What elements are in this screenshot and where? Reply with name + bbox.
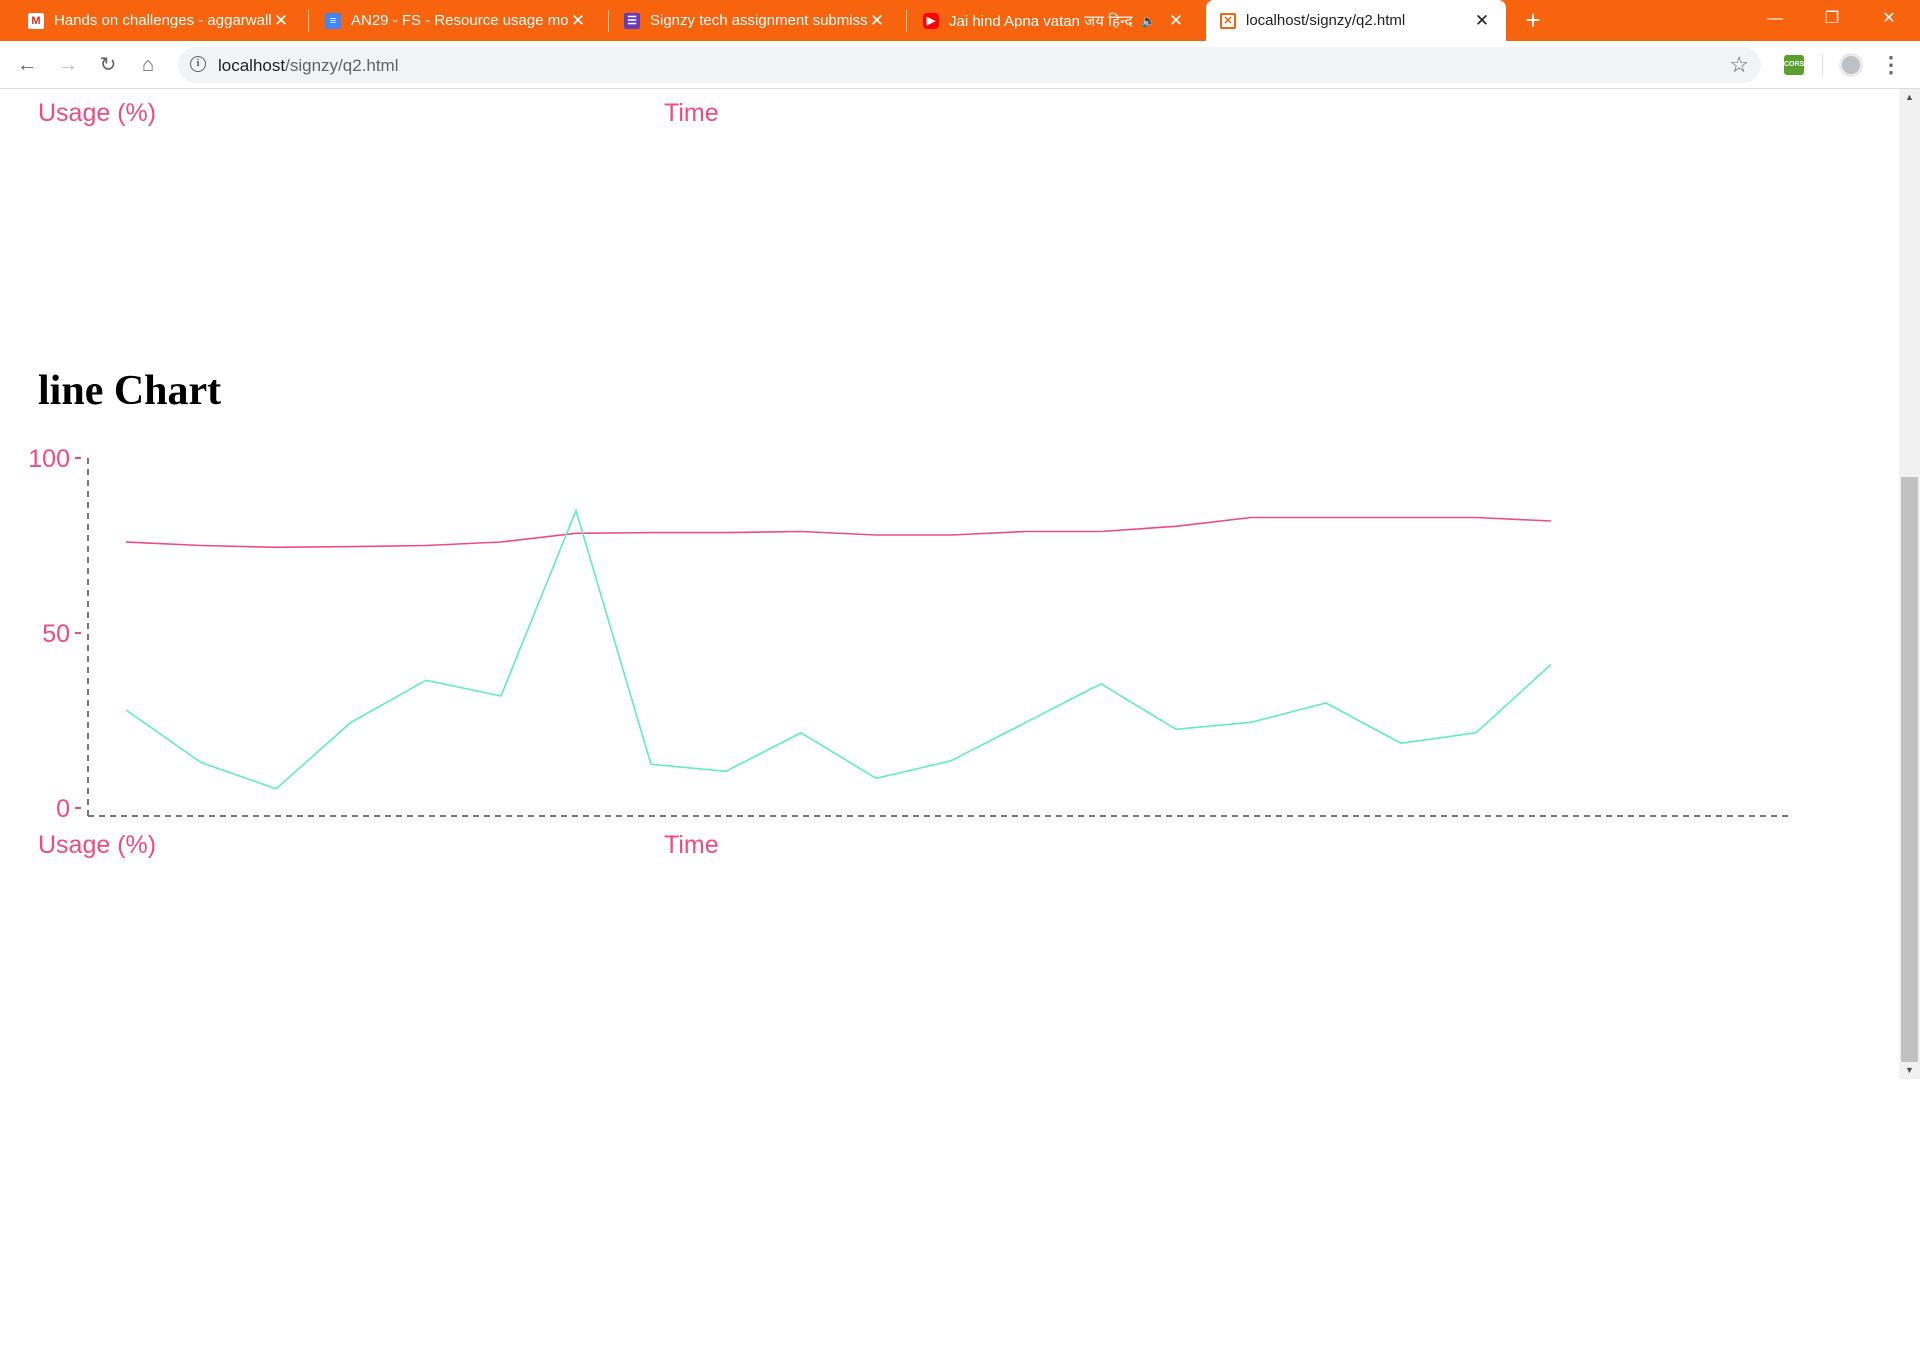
browser-toolbar: ← → ↻ ⌂ i localhost/signzy/q2.html ☆ COR… bbox=[0, 41, 1920, 89]
forms-icon: ☰ bbox=[624, 12, 640, 29]
tab-title: Hands on challenges - aggarwalh bbox=[54, 12, 271, 29]
restore-icon[interactable]: ❐ bbox=[1814, 4, 1850, 34]
close-tab-icon[interactable]: ✕ bbox=[568, 11, 588, 31]
chart-xlabel: Time bbox=[664, 831, 719, 859]
tab-title: Signzy tech assignment submissi bbox=[650, 12, 867, 29]
docs-icon: ≡ bbox=[325, 12, 341, 29]
site-info-icon[interactable]: i bbox=[190, 56, 206, 72]
vertical-scrollbar[interactable]: ▲ ▼ bbox=[1899, 89, 1920, 1079]
tab-forms[interactable]: ☰ Signzy tech assignment submissi ✕ bbox=[596, 0, 901, 41]
tab-youtube[interactable]: ▶ Jai hind Apna vatan जय हिन्द 🔈 ✕ bbox=[895, 0, 1200, 41]
tab-title: Jai hind Apna vatan जय हिन्द bbox=[949, 12, 1133, 30]
tab-title: localhost/signzy/q2.html bbox=[1246, 12, 1406, 29]
y-tick-label: 0 bbox=[56, 795, 70, 823]
new-tab-button[interactable]: + bbox=[1520, 7, 1546, 33]
tab-title: AN29 - FS - Resource usage mon bbox=[351, 12, 568, 29]
bookmark-star-icon[interactable]: ☆ bbox=[1729, 52, 1749, 78]
chart-series bbox=[125, 508, 1552, 790]
series-line-2 bbox=[125, 508, 1552, 790]
close-tab-icon[interactable]: ✕ bbox=[1472, 11, 1492, 31]
forward-arrow-icon[interactable]: → bbox=[54, 51, 82, 79]
toolbar-divider bbox=[1822, 54, 1823, 76]
y-tick-label: 50 bbox=[42, 620, 70, 648]
tab-docs[interactable]: ≡ AN29 - FS - Resource usage mon ✕ bbox=[297, 0, 602, 41]
youtube-icon: ▶ bbox=[923, 12, 939, 29]
menu-kebab-icon[interactable]: ⋮ bbox=[1880, 52, 1902, 78]
url-text[interactable]: localhost/signzy/q2.html bbox=[218, 56, 399, 76]
url-host: localhost bbox=[218, 56, 286, 75]
y-tick-label: 100 bbox=[28, 445, 70, 473]
address-bar[interactable]: i localhost/signzy/q2.html ☆ bbox=[178, 47, 1761, 83]
audio-playing-icon[interactable]: 🔈 bbox=[1141, 14, 1156, 28]
y-axis-ticks: 0 50 100 bbox=[28, 445, 81, 823]
profile-avatar[interactable] bbox=[1839, 53, 1863, 77]
close-tab-icon[interactable]: ✕ bbox=[271, 11, 291, 31]
series-line-1 bbox=[125, 516, 1552, 549]
close-window-icon[interactable]: ✕ bbox=[1871, 4, 1907, 34]
tab-active-localhost[interactable]: ✕ localhost/signzy/q2.html ✕ bbox=[1206, 0, 1506, 41]
cors-extension-icon[interactable]: CORS bbox=[1784, 55, 1804, 75]
scrollbar-thumb[interactable] bbox=[1901, 477, 1918, 1062]
browser-tab-strip: M Hands on challenges - aggarwalh ✕ ≡ AN… bbox=[0, 0, 1920, 41]
page-viewport: Usage (%) Time line Chart 0 50 100 Usage (… bbox=[0, 89, 1899, 1079]
close-tab-icon[interactable]: ✕ bbox=[867, 11, 887, 31]
scroll-up-arrow-icon[interactable]: ▲ bbox=[1899, 89, 1920, 106]
scroll-down-arrow-icon[interactable]: ▼ bbox=[1899, 1062, 1920, 1079]
home-icon[interactable]: ⌂ bbox=[134, 51, 162, 79]
line-chart: 0 50 100 bbox=[28, 445, 1790, 823]
page-icon: ✕ bbox=[1220, 12, 1236, 29]
chart-axes bbox=[87, 458, 1790, 817]
url-path: /signzy/q2.html bbox=[285, 56, 399, 75]
tab-gmail[interactable]: M Hands on challenges - aggarwalh ✕ bbox=[0, 0, 305, 41]
back-arrow-icon[interactable]: ← bbox=[13, 51, 41, 79]
minimize-icon[interactable]: — bbox=[1757, 4, 1793, 34]
gmail-icon: M bbox=[28, 12, 44, 29]
chart-ylabel: Usage (%) bbox=[38, 831, 157, 859]
close-tab-icon[interactable]: ✕ bbox=[1166, 11, 1186, 31]
reload-icon[interactable]: ↻ bbox=[94, 51, 122, 79]
